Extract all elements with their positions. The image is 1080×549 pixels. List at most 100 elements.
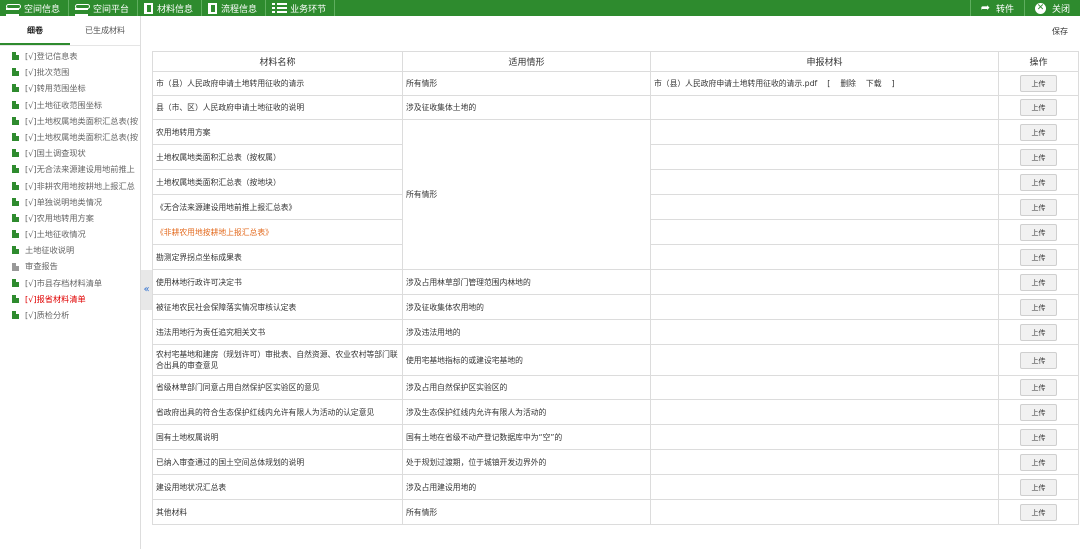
- file-icon: [12, 230, 19, 239]
- upload-button[interactable]: 上传: [1020, 123, 1057, 141]
- submitted-file: [650, 294, 999, 320]
- sidebar-item[interactable]: [√]土地征收情况: [0, 226, 140, 242]
- file-icon: [12, 52, 19, 61]
- process-info-button[interactable]: 流程信息: [202, 0, 267, 16]
- sidebar-item-label: [√]国土调查现状: [25, 148, 86, 159]
- file-icon: [12, 197, 19, 206]
- close-button[interactable]: ✕ 关闭: [1023, 0, 1080, 16]
- operation-cell: 上传: [998, 269, 1079, 295]
- material-info-button[interactable]: 材料信息: [138, 0, 203, 16]
- materials-table: 材料名称 适用情形 申报材料 操作 市（县）人民政府申请土地转用征收的请示 所有情…: [152, 51, 1079, 525]
- material-name: 其他材料: [152, 499, 403, 525]
- material-name: 农用地转用方案: [152, 119, 403, 145]
- submitted-file: [650, 319, 999, 345]
- upload-button[interactable]: 上传: [1020, 75, 1057, 92]
- document-icon: [208, 2, 218, 14]
- sidebar-item-label: [√]转用范围坐标: [25, 83, 86, 94]
- sidebar-item[interactable]: [√]报省材料清单: [0, 291, 140, 307]
- business-step-button[interactable]: 业务环节: [266, 0, 336, 16]
- sidebar-item[interactable]: [√]转用范围坐标: [0, 80, 140, 96]
- share-icon: ➦: [980, 1, 990, 14]
- file-link[interactable]: 市（县）人民政府申请土地转用征收的请示.pdf: [654, 79, 817, 88]
- table-row: 使用林地行政许可决定书 涉及占用林草部门管理范围内林地的 上传: [152, 269, 1079, 295]
- sidebar-item[interactable]: [√]土地权属地类面积汇总表(按: [0, 129, 140, 145]
- file-icon: [12, 165, 19, 174]
- sidebar-item[interactable]: [√]登记信息表: [0, 48, 140, 64]
- upload-button[interactable]: 上传: [1020, 248, 1057, 266]
- sidebar-item[interactable]: 审查报告: [0, 258, 140, 274]
- upload-button[interactable]: 上传: [1020, 428, 1057, 446]
- tab-detail[interactable]: 细卷: [0, 16, 70, 45]
- upload-button[interactable]: 上传: [1020, 198, 1057, 216]
- upload-button[interactable]: 上传: [1020, 223, 1057, 241]
- bracket-close: ]: [891, 79, 895, 88]
- sidebar-item[interactable]: [√]土地征收范围坐标: [0, 97, 140, 113]
- operation-cell: 上传: [998, 399, 1079, 425]
- header-file: 申报材料: [650, 51, 999, 72]
- material-name: 县（市、区）人民政府申请土地征收的说明: [152, 95, 403, 120]
- file-icon: [12, 246, 19, 255]
- sidebar-item[interactable]: [√]非耕农用地按耕地上报汇总: [0, 178, 140, 194]
- table-row: 市（县）人民政府申请土地转用征收的请示 所有情形 市（县）人民政府申请土地转用征收的…: [152, 71, 1079, 96]
- operation-cell: 上传: [998, 244, 1079, 270]
- sidebar-item-label: [√]土地征收范围坐标: [25, 99, 103, 110]
- operation-cell: 上传: [998, 344, 1079, 376]
- upload-button[interactable]: 上传: [1020, 273, 1057, 291]
- document-icon: [144, 2, 154, 14]
- sidebar-item-label: [√]单独说明地类情况: [25, 196, 103, 207]
- material-name: 已纳入审查通过的国土空间总体规划的说明: [152, 449, 403, 475]
- upload-button[interactable]: 上传: [1020, 323, 1057, 341]
- upload-button[interactable]: 上传: [1020, 453, 1057, 471]
- space-info-button[interactable]: 空间信息: [0, 0, 70, 16]
- space-platform-button[interactable]: 空间平台: [69, 0, 139, 16]
- sidebar-item-label: 审查报告: [25, 261, 58, 272]
- upload-button[interactable]: 上传: [1020, 351, 1057, 369]
- sidebar-item-label: [√]无合法来源建设用地前推上: [25, 164, 135, 175]
- upload-button[interactable]: 上传: [1020, 173, 1057, 191]
- table-row: 建设用地状况汇总表 涉及占用建设用地的 上传: [152, 474, 1079, 500]
- download-link[interactable]: 下载: [866, 79, 882, 88]
- upload-button[interactable]: 上传: [1020, 379, 1057, 396]
- applicable-scope: 国有土地在省级不动产登记数据库中为“空”的: [402, 424, 651, 450]
- file-icon: [12, 133, 19, 142]
- sidebar-tabs: 细卷 已生成材料: [0, 16, 140, 46]
- delete-link[interactable]: 删除: [840, 79, 856, 88]
- upload-button[interactable]: 上传: [1020, 148, 1057, 166]
- operation-cell: 上传: [998, 71, 1079, 96]
- forward-button[interactable]: ➦ 转件: [969, 0, 1024, 16]
- applicable-scope: 所有情形: [402, 119, 651, 270]
- sidebar-item[interactable]: [√]单独说明地类情况: [0, 194, 140, 210]
- tab-generated[interactable]: 已生成材料: [70, 16, 140, 45]
- sidebar: 细卷 已生成材料 [√]登记信息表 [√]批次范围 [√]转用范围坐标 [√]土地征收…: [0, 16, 141, 549]
- sidebar-item[interactable]: [√]无合法来源建设用地前推上: [0, 161, 140, 177]
- upload-button[interactable]: 上传: [1020, 99, 1057, 116]
- material-name: 使用林地行政许可决定书: [152, 269, 403, 295]
- file-icon: [12, 278, 19, 287]
- sidebar-item[interactable]: [√]国土调查现状: [0, 145, 140, 161]
- submitted-file: [650, 95, 999, 120]
- material-name: 违法用地行为责任追究相关文书: [152, 319, 403, 345]
- sidebar-item[interactable]: [√]批次范围: [0, 64, 140, 80]
- operation-cell: 上传: [998, 294, 1079, 320]
- upload-button[interactable]: 上传: [1020, 403, 1057, 421]
- sidebar-item[interactable]: [√]市县存档材料清单: [0, 275, 140, 291]
- sidebar-item[interactable]: 土地征收说明: [0, 242, 140, 258]
- material-name: 《无合法来源建设用地前推上报汇总表》: [152, 194, 403, 220]
- sidebar-item[interactable]: [√]土地权属地类面积汇总表(按: [0, 113, 140, 129]
- submitted-file: [650, 474, 999, 500]
- save-button[interactable]: 保存: [1052, 26, 1068, 37]
- upload-button[interactable]: 上传: [1020, 298, 1057, 316]
- submitted-file: [650, 169, 999, 195]
- upload-button[interactable]: 上传: [1020, 503, 1057, 521]
- submitted-file: [650, 244, 999, 270]
- applicable-scope: 使用宅基地指标的或建设宅基地的: [402, 344, 651, 376]
- sidebar-item[interactable]: [√]质检分析: [0, 307, 140, 323]
- sidebar-item[interactable]: [√]农用地转用方案: [0, 210, 140, 226]
- sidebar-item-label: [√]农用地转用方案: [25, 212, 94, 223]
- collapse-sidebar-button[interactable]: «: [141, 270, 152, 310]
- material-name: 勘测定界拐点坐标成果表: [152, 244, 403, 270]
- upload-button[interactable]: 上传: [1020, 478, 1057, 496]
- table-row: 被征地农民社会保障落实情况审核认定表 涉及征收集体农用地的 上传: [152, 294, 1079, 320]
- material-name: 省政府出具的符合生态保护红线内允许有限人为活动的认定意见: [152, 399, 403, 425]
- applicable-scope: 涉及违法用地的: [402, 319, 651, 345]
